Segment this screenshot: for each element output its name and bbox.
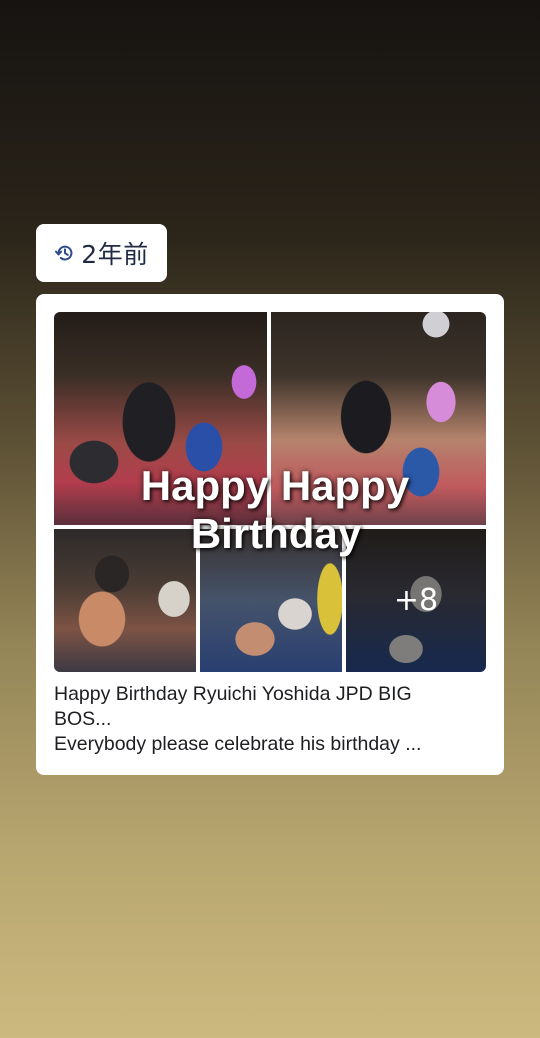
birthday-overlay-text: Happy Happy Birthday xyxy=(54,462,486,558)
post-caption[interactable]: Happy Birthday Ryuichi Yoshida JPD BIG B… xyxy=(54,682,474,757)
photo-collage[interactable]: +8 Happy Happy Birthday xyxy=(54,312,486,672)
memory-time-chip[interactable]: 2年前 xyxy=(36,224,167,282)
overlay-line-2: Birthday xyxy=(190,510,362,557)
time-ago-label: 2年前 xyxy=(81,240,149,269)
memory-post-card[interactable]: +8 Happy Happy Birthday Happy Birthday R… xyxy=(36,294,504,775)
history-icon xyxy=(55,245,73,261)
caption-line-3: Everybody please celebrate his birthday … xyxy=(54,733,422,755)
overlay-line-1: Happy Happy xyxy=(140,462,410,509)
caption-line-1: Happy Birthday Ryuichi Yoshida JPD BIG xyxy=(54,683,412,705)
caption-line-2: BOS... xyxy=(54,708,112,730)
